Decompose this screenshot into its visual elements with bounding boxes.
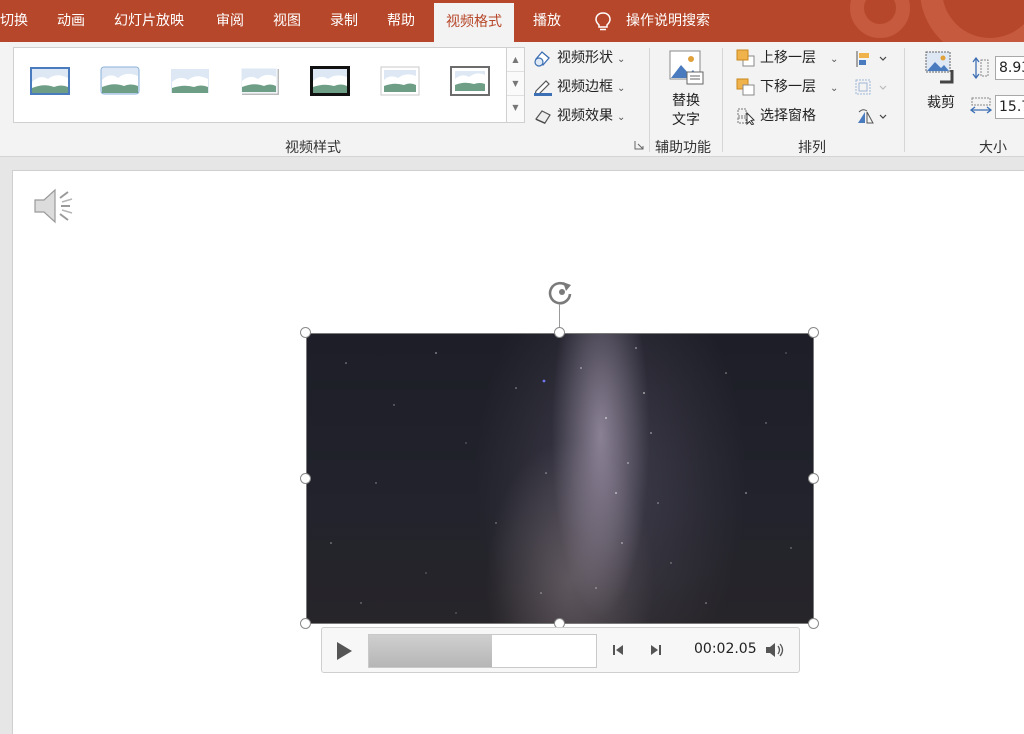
group-separator [904, 48, 905, 152]
gallery-scrollbar[interactable]: ▲ ▼ ▼ [506, 48, 524, 122]
selection-pane-label: 选择窗格 [760, 108, 816, 124]
video-shape-button[interactable]: 视频形状 ⌄ [533, 47, 625, 69]
pen-border-icon [534, 80, 552, 96]
video-style-thumbnail[interactable] [30, 66, 70, 96]
crop-icon [925, 51, 954, 84]
resize-handle-left[interactable] [300, 473, 311, 484]
tab-transitions[interactable]: 切换 [0, 0, 28, 42]
playback-time: 00:02.05 [694, 641, 757, 657]
video-effects-icon [535, 110, 551, 124]
tab-view[interactable]: 视图 [273, 0, 301, 42]
resize-handle-top-right[interactable] [808, 327, 819, 338]
group-label-size: 大小 [979, 140, 1007, 156]
tab-animations[interactable]: 动画 [57, 0, 85, 42]
video-border-label: 视频边框 [557, 79, 613, 95]
video-style-thumbnail[interactable] [450, 66, 490, 96]
video-style-thumbnail[interactable] [170, 66, 210, 96]
gallery-scroll-down-icon[interactable]: ▼ [507, 72, 524, 96]
chevron-down-icon[interactable]: ⌄ [830, 83, 838, 94]
shape-width-icon [970, 97, 992, 114]
ribbon: ▲ ▼ ▼ 视频形状 ⌄ 视频边框 ⌄ 视频效果 ⌄ 视频样式 替换 文字 辅助… [0, 42, 1024, 157]
tab-record[interactable]: 录制 [330, 0, 358, 42]
gallery-more-icon[interactable]: ▼ [507, 96, 524, 120]
shape-height-input[interactable]: 8.93 [995, 56, 1024, 80]
rotate-handle-icon[interactable] [545, 278, 577, 308]
video-border-button[interactable]: 视频边框 ⌄ [533, 76, 625, 98]
playback-progress-bar[interactable] [368, 634, 597, 668]
decorative-circle [850, 0, 910, 38]
video-effects-button[interactable]: 视频效果 ⌄ [533, 105, 625, 127]
alt-text-icon [669, 50, 704, 85]
rotate-icon[interactable] [855, 108, 891, 126]
tab-review[interactable]: 审阅 [216, 0, 244, 42]
video-shape-icon [534, 51, 550, 67]
group-label-accessibility: 辅助功能 [655, 140, 711, 156]
tab-video-format[interactable]: 视频格式 [434, 3, 514, 42]
playback-progress-fill [369, 635, 492, 667]
crop-button[interactable]: 裁剪 [921, 50, 961, 113]
video-border [306, 333, 814, 624]
shape-height-icon [972, 57, 989, 79]
video-frame[interactable] [306, 333, 814, 624]
step-back-icon[interactable] [611, 643, 625, 657]
bring-forward-button[interactable]: 上移一层 ⌄ [736, 47, 838, 69]
resize-handle-bottom-right[interactable] [808, 618, 819, 629]
selection-pane-button[interactable]: 选择窗格 [736, 105, 816, 127]
bring-forward-label: 上移一层 [760, 50, 816, 66]
alt-text-label-line2: 文字 [672, 112, 700, 128]
resize-handle-top-left[interactable] [300, 327, 311, 338]
tell-me-search[interactable]: 操作说明搜索 [626, 0, 710, 42]
video-style-thumbnail[interactable] [310, 66, 350, 96]
video-style-thumbnail[interactable] [380, 66, 420, 96]
selection-pane-icon [737, 108, 756, 125]
volume-icon[interactable] [764, 641, 786, 659]
group-objects-icon[interactable] [855, 79, 891, 97]
resize-handle-top[interactable] [554, 327, 565, 338]
crop-label: 裁剪 [927, 95, 955, 111]
dialog-launcher-icon[interactable] [634, 140, 644, 150]
tab-slideshow[interactable]: 幻灯片放映 [114, 0, 184, 42]
resize-handle-bottom-left[interactable] [300, 618, 311, 629]
alt-text-label-line1: 替换 [672, 93, 700, 109]
video-effects-label: 视频效果 [557, 108, 613, 124]
video-styles-gallery: ▲ ▼ ▼ [13, 47, 525, 123]
step-forward-icon[interactable] [649, 643, 663, 657]
ribbon-tab-bar: 切换 动画 幻灯片放映 审阅 视图 录制 帮助 视频格式 播放 操作说明搜索 [0, 0, 1024, 42]
group-label-video-styles: 视频样式 [285, 140, 341, 156]
chevron-down-icon: ⌄ [617, 112, 626, 123]
group-separator [722, 48, 723, 152]
play-icon[interactable] [334, 641, 354, 661]
send-backward-button[interactable]: 下移一层 ⌄ [736, 76, 838, 98]
shape-width-input[interactable]: 15.7 [995, 95, 1024, 119]
bring-forward-icon [736, 49, 755, 67]
alt-text-button[interactable]: 替换 文字 [664, 48, 708, 130]
video-style-thumbnail[interactable] [240, 66, 280, 96]
send-backward-label: 下移一层 [760, 79, 816, 95]
video-shape-label: 视频形状 [557, 50, 613, 66]
chevron-down-icon: ⌄ [617, 54, 626, 65]
tab-help[interactable]: 帮助 [387, 0, 415, 42]
speaker-icon[interactable] [32, 185, 78, 227]
tab-playback[interactable]: 播放 [533, 0, 561, 42]
send-backward-icon [736, 78, 755, 96]
chevron-down-icon: ⌄ [617, 83, 626, 94]
gallery-scroll-up-icon[interactable]: ▲ [507, 48, 524, 72]
media-controls: 00:02.05 [321, 627, 800, 673]
chevron-down-icon[interactable]: ⌄ [830, 54, 838, 65]
resize-handle-right[interactable] [808, 473, 819, 484]
lightbulb-icon [595, 12, 611, 31]
align-icon[interactable] [855, 50, 891, 68]
decorative-circle [920, 0, 1024, 42]
video-style-thumbnail[interactable] [100, 66, 140, 96]
group-label-arrange: 排列 [798, 140, 826, 156]
group-separator [649, 48, 650, 152]
